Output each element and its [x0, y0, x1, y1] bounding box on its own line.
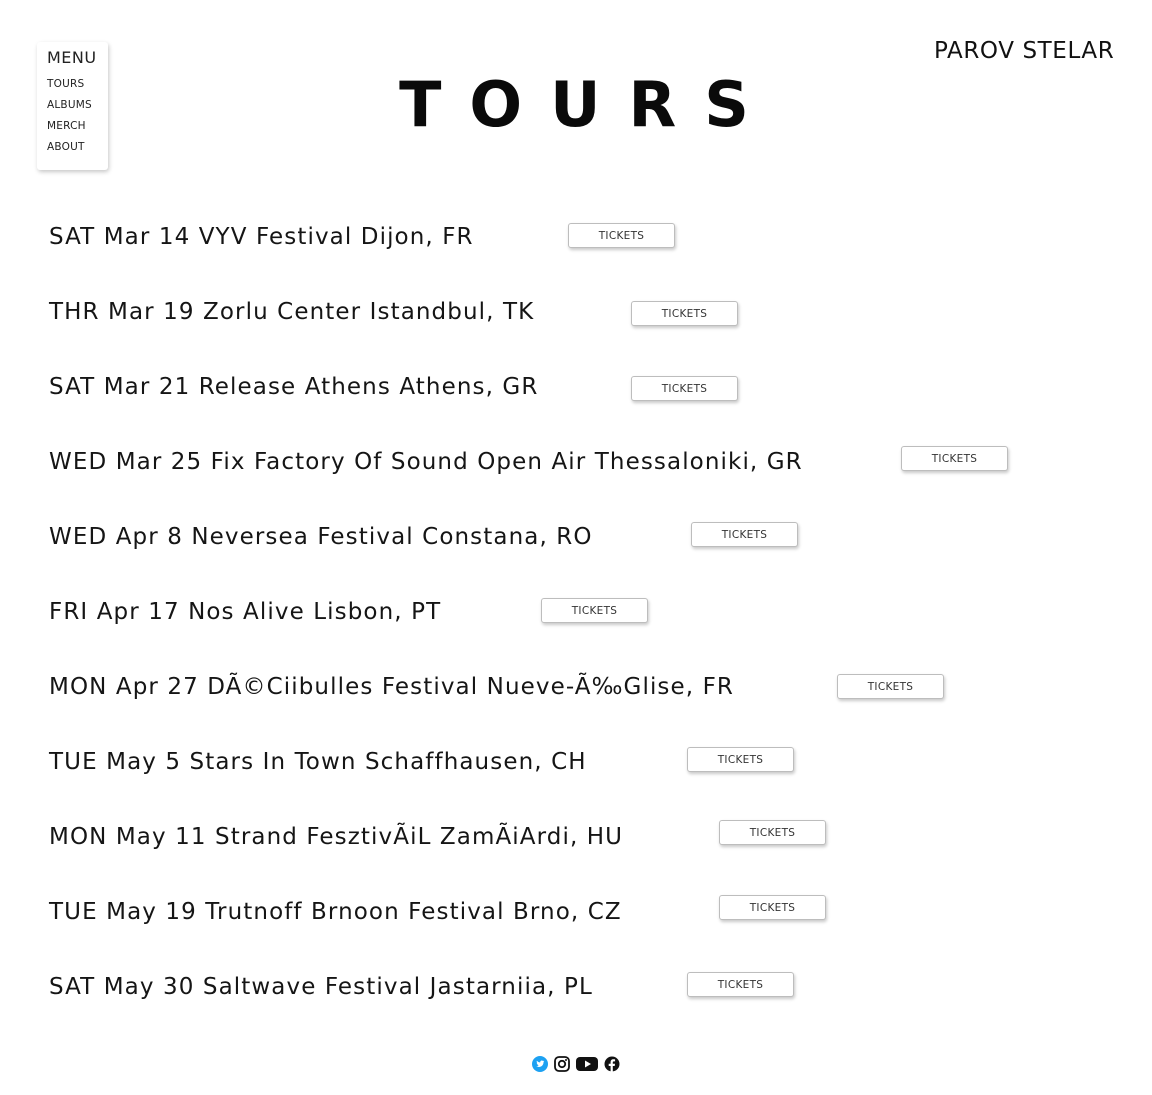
- tour-info: SAT Mar 14 VYV Festival Dijon, FR: [49, 224, 474, 250]
- instagram-icon[interactable]: [554, 1056, 570, 1072]
- youtube-icon[interactable]: [576, 1056, 598, 1072]
- page: MENU TOURS ALBUMS MERCH ABOUT PAROV STEL…: [0, 0, 1152, 1095]
- tour-info: MON May 11 Strand FesztivÃiL ZamÃiArdi, …: [49, 824, 624, 850]
- tour-info: THR Mar 19 Zorlu Center Istandbul, TK: [49, 299, 535, 325]
- tickets-button[interactable]: TICKETS: [837, 674, 944, 699]
- tickets-button[interactable]: TICKETS: [687, 747, 794, 772]
- menu-title: MENU: [47, 48, 97, 67]
- logo[interactable]: PAROV STELAR: [934, 38, 1114, 64]
- tour-info: WED Mar 25 Fix Factory Of Sound Open Air…: [49, 449, 803, 475]
- tour-row: WED Apr 8 Neversea Festival Constana, RO: [49, 522, 593, 552]
- tickets-button[interactable]: TICKETS: [691, 522, 798, 547]
- tour-row: SAT May 30 Saltwave Festival Jastarniia,…: [49, 972, 593, 1002]
- tickets-button[interactable]: TICKETS: [719, 820, 826, 845]
- tickets-button[interactable]: TICKETS: [687, 972, 794, 997]
- tour-info: TUE May 5 Stars In Town Schaffhausen, CH: [49, 749, 587, 775]
- tickets-button[interactable]: TICKETS: [631, 301, 738, 326]
- tour-row: TUE May 19 Trutnoff Brnoon Festival Brno…: [49, 897, 622, 927]
- page-title: TOURS: [399, 68, 777, 141]
- tour-row: MON May 11 Strand FesztivÃiL ZamÃiArdi, …: [49, 822, 623, 852]
- tour-row: TUE May 5 Stars In Town Schaffhausen, CH: [49, 747, 587, 777]
- social-links: [532, 1055, 620, 1073]
- tickets-button[interactable]: TICKETS: [541, 598, 648, 623]
- tour-info: SAT Mar 21 Release Athens Athens, GR: [49, 374, 539, 400]
- tour-row: MON Apr 27 DÃ©Ciibulles Festival Nueve-Ã…: [49, 672, 734, 702]
- tour-row: SAT Mar 14 VYV Festival Dijon, FR: [49, 222, 474, 252]
- facebook-icon[interactable]: [604, 1056, 620, 1072]
- tour-info: WED Apr 8 Neversea Festival Constana, RO: [49, 524, 593, 550]
- tour-info: MON Apr 27 DÃ©Ciibulles Festival Nueve-Ã…: [49, 674, 734, 700]
- tickets-button[interactable]: TICKETS: [719, 895, 826, 920]
- tickets-button[interactable]: TICKETS: [568, 223, 675, 248]
- tour-row: SAT Mar 21 Release Athens Athens, GR: [49, 372, 538, 402]
- tickets-button[interactable]: TICKETS: [901, 446, 1008, 471]
- tour-info: TUE May 19 Trutnoff Brnoon Festival Brno…: [49, 899, 622, 925]
- twitter-icon[interactable]: [532, 1056, 548, 1072]
- tour-info: SAT May 30 Saltwave Festival Jastarniia,…: [49, 974, 593, 1000]
- tour-row: WED Mar 25 Fix Factory Of Sound Open Air…: [49, 447, 803, 477]
- tour-info: FRI Apr 17 Nos Alive Lisbon, PT: [49, 599, 442, 625]
- tour-row: FRI Apr 17 Nos Alive Lisbon, PT: [49, 597, 441, 627]
- tickets-button[interactable]: TICKETS: [631, 376, 738, 401]
- tour-row: THR Mar 19 Zorlu Center Istandbul, TK: [49, 297, 534, 327]
